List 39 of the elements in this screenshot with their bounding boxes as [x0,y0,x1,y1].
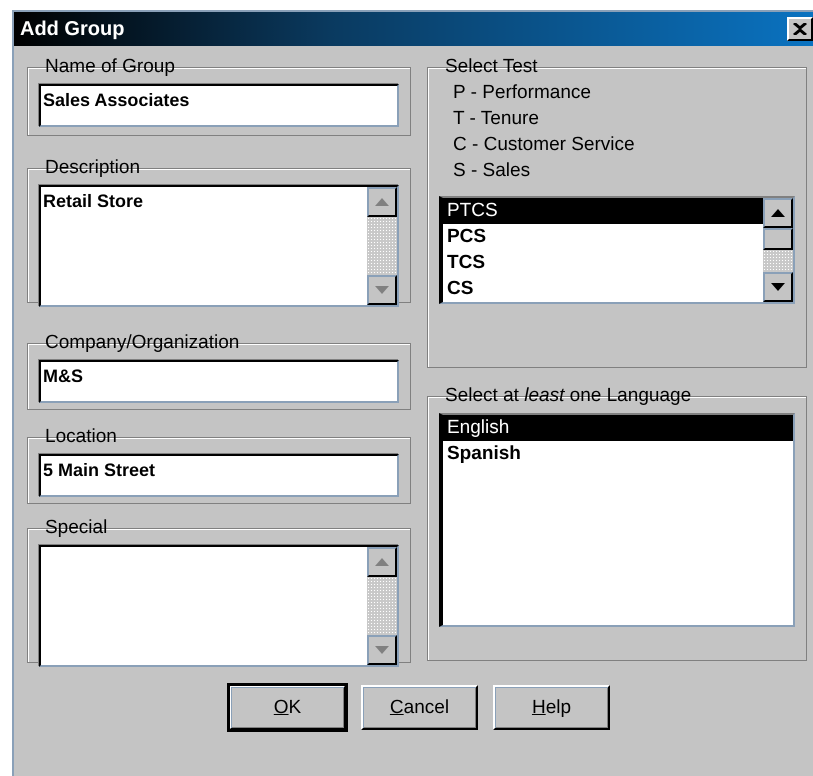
group-label: Select at least one Language [445,385,692,406]
input-field[interactable]: M&S [39,360,399,403]
list-item[interactable]: PTCS [443,198,763,224]
group-label: Location [45,426,117,447]
window-title: Add Group [20,18,124,40]
dialog-button[interactable]: Help [493,685,610,730]
close-button[interactable] [787,17,813,41]
legend-text: P - Performance [453,81,592,105]
group-label: Special [45,517,108,538]
dialog-button[interactable]: Cancel [361,685,478,730]
list-item[interactable]: TCS [443,250,763,276]
close-icon [793,23,807,35]
text-area[interactable] [39,545,399,667]
list-item[interactable]: English [443,415,793,441]
input-field[interactable]: Sales Associates [39,84,399,127]
down-arrow-icon [375,286,389,294]
up-arrow-icon [375,558,389,566]
down-arrow-icon [375,646,389,654]
group-label: Company/Organization [45,332,240,353]
group-label: Name of Group [45,56,175,77]
legend-text: T - Tenure [453,107,540,131]
list-item[interactable]: Spanish [443,441,793,467]
scroll-thumb[interactable] [763,228,793,250]
scroll-track [763,250,793,272]
list-item[interactable]: PCS [443,224,763,250]
scrollbar[interactable] [367,547,397,665]
scrollbar[interactable] [367,187,397,305]
up-arrow-icon [771,209,785,217]
scrollbar[interactable] [763,198,793,302]
legend-text: S - Sales [453,159,532,183]
up-arrow-icon [375,198,389,206]
list-item[interactable]: CS [443,276,763,302]
text-area[interactable]: Retail Store [39,185,399,307]
input-field[interactable]: 5 Main Street [39,454,399,497]
down-arrow-icon [771,283,785,291]
legend-text: C - Customer Service [453,133,636,157]
ok-button[interactable]: OK [229,685,346,730]
group-label: Description [45,157,140,178]
group-label: Select Test [445,56,538,77]
